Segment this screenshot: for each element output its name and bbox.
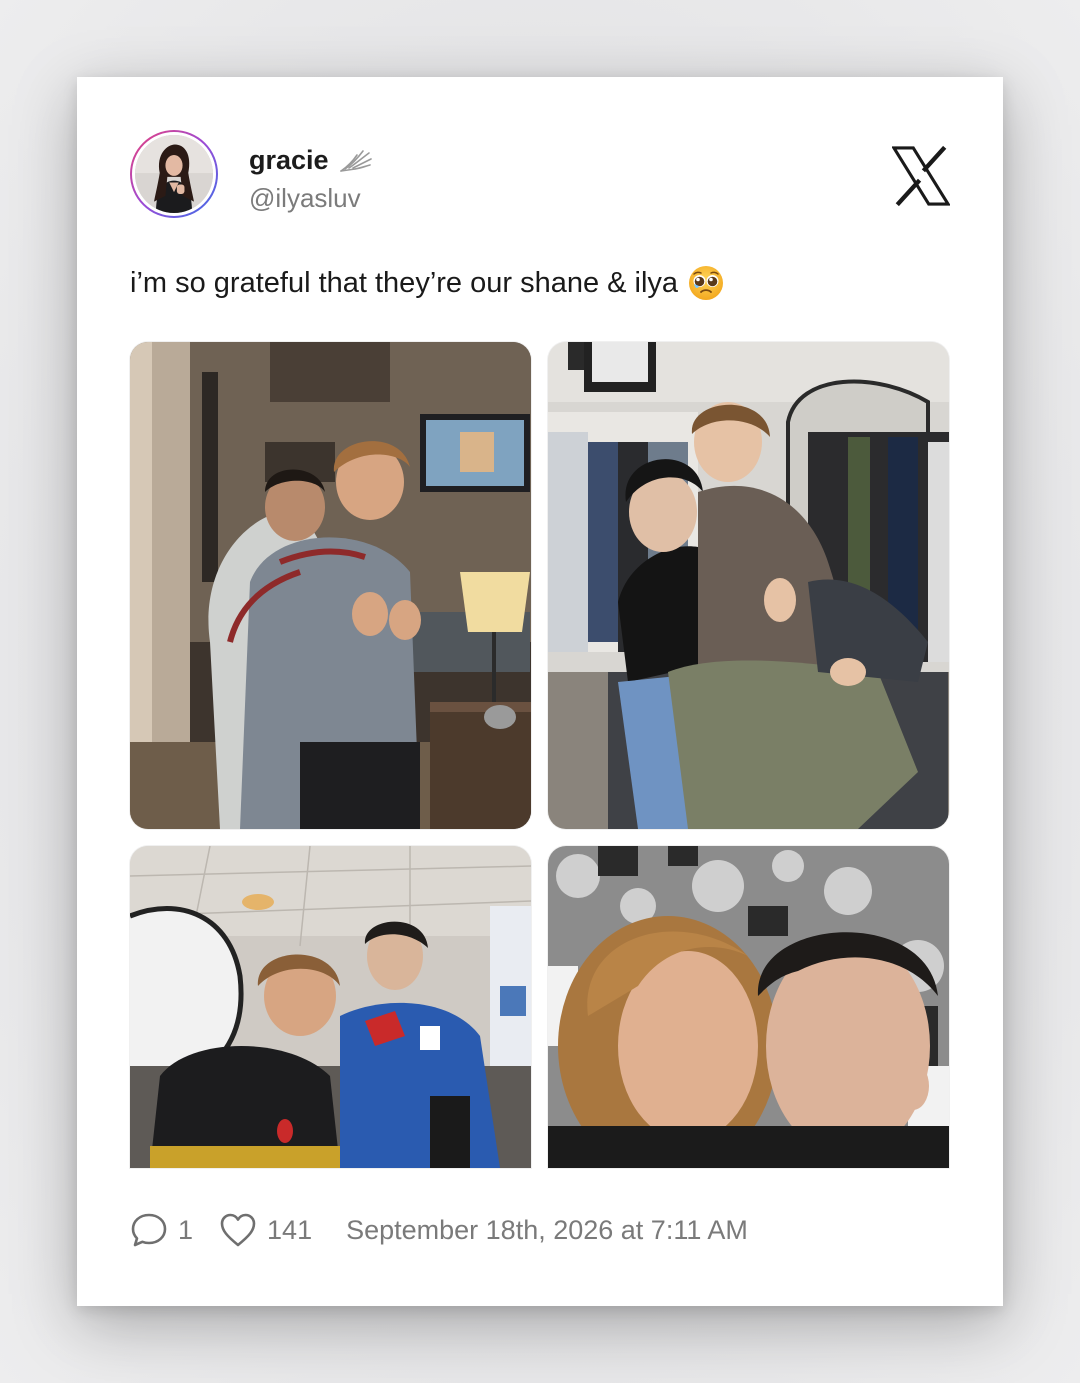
photo-hockey-jerseys[interactable]	[130, 846, 531, 1168]
display-name-row[interactable]: gracie	[249, 145, 373, 176]
like-count: 141	[267, 1214, 313, 1245]
post-timestamp[interactable]: September 18th, 2026 at 7:11 AM	[346, 1215, 748, 1246]
photo-cheek-to-cheek-selfie[interactable]	[548, 846, 949, 1168]
winged-badge-icon	[337, 147, 373, 175]
post-text-row: i’m so grateful that they’re our shane &…	[130, 265, 724, 301]
display-name[interactable]: gracie	[249, 145, 329, 176]
avatar-photo	[135, 135, 213, 213]
reply-count: 1	[178, 1214, 194, 1245]
post-text: i’m so grateful that they’re our shane &…	[130, 266, 679, 299]
comment-icon[interactable]	[130, 1211, 168, 1249]
heart-icon[interactable]	[219, 1212, 257, 1248]
photo-wardrobe-embrace[interactable]	[548, 342, 949, 829]
post-footer: 1 141 September 18th, 2026 at 7:11 AM	[130, 1210, 748, 1250]
photo-living-room-hug[interactable]	[130, 342, 531, 829]
avatar[interactable]	[130, 130, 218, 218]
pleading-face-emoji	[688, 265, 724, 301]
user-handle[interactable]: @ilyasluv	[249, 183, 361, 214]
x-logo-icon[interactable]	[892, 145, 950, 207]
post-card: gracie @ilyasluv i’m so grateful that th	[77, 77, 1003, 1306]
